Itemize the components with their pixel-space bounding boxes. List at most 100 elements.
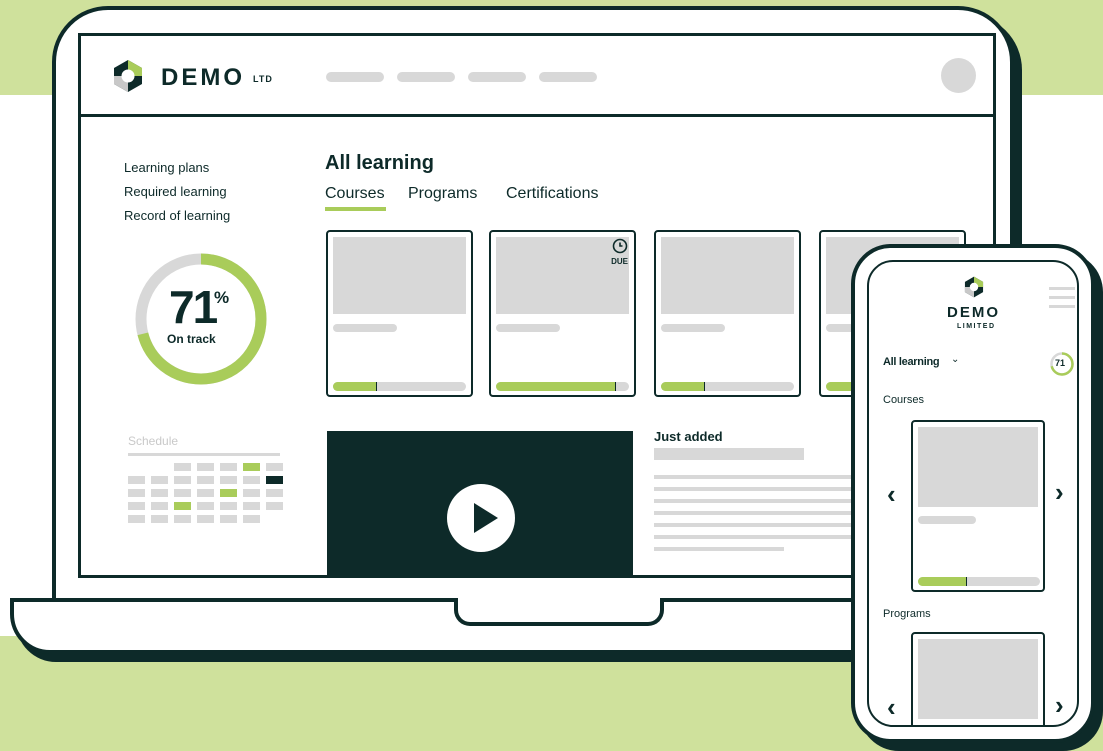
just-added-title: Just added xyxy=(654,429,723,444)
calendar-day[interactable] xyxy=(151,515,168,523)
course-title-placeholder xyxy=(918,516,976,524)
text-line-placeholder xyxy=(654,511,864,515)
calendar-day[interactable] xyxy=(174,489,191,497)
calendar-day[interactable] xyxy=(243,502,260,510)
course-title-placeholder xyxy=(661,324,725,332)
mobile-course-card[interactable] xyxy=(911,420,1045,592)
text-line-placeholder xyxy=(654,523,864,527)
calendar-day[interactable] xyxy=(220,502,237,510)
app-header: DEMO LTD xyxy=(81,36,993,117)
nav-item-placeholder[interactable] xyxy=(397,72,455,82)
calendar-day[interactable] xyxy=(151,489,168,497)
course-thumbnail xyxy=(918,427,1038,507)
progress-label: On track xyxy=(167,332,216,346)
calendar-day[interactable] xyxy=(243,515,260,523)
calendar-day[interactable] xyxy=(197,489,214,497)
course-progress-bar xyxy=(333,382,466,391)
avatar[interactable] xyxy=(941,58,976,93)
nav-item-placeholder[interactable] xyxy=(326,72,384,82)
calendar-day[interactable] xyxy=(174,515,191,523)
text-line-placeholder xyxy=(654,535,864,539)
course-progress-fill xyxy=(918,577,967,586)
tab-certifications[interactable]: Certifications xyxy=(506,185,598,203)
calendar-day[interactable] xyxy=(174,463,191,471)
nav-item-placeholder[interactable] xyxy=(468,72,526,82)
course-card[interactable] xyxy=(654,230,801,397)
schedule-divider xyxy=(128,453,280,456)
calendar-day[interactable] xyxy=(128,515,145,523)
just-added-heading-placeholder xyxy=(654,448,804,460)
calendar-day[interactable] xyxy=(243,489,260,497)
play-button[interactable] xyxy=(447,484,515,552)
calendar-day-highlight[interactable] xyxy=(220,489,237,497)
text-line-placeholder xyxy=(654,499,864,503)
course-progress-fill xyxy=(333,382,377,391)
video-player[interactable] xyxy=(327,431,633,575)
brand-name: DEMO xyxy=(161,64,245,91)
sidebar-link-required-learning[interactable]: Required learning xyxy=(124,184,227,199)
mobile-program-card[interactable] xyxy=(911,632,1045,725)
course-card[interactable] xyxy=(326,230,473,397)
progress-value: 71 xyxy=(169,281,218,333)
calendar-day-highlight[interactable] xyxy=(174,502,191,510)
course-thumbnail xyxy=(661,237,794,314)
clock-icon xyxy=(612,238,628,254)
chevron-left-icon[interactable]: ‹ xyxy=(887,692,896,723)
course-progress-fill xyxy=(661,382,705,391)
calendar-day[interactable] xyxy=(151,476,168,484)
course-progress-bar xyxy=(496,382,629,391)
calendar-day[interactable] xyxy=(266,489,283,497)
calendar-day[interactable] xyxy=(151,502,168,510)
calendar-day[interactable] xyxy=(220,463,237,471)
calendar-day[interactable] xyxy=(266,502,283,510)
calendar-day[interactable] xyxy=(128,476,145,484)
calendar-day[interactable] xyxy=(128,489,145,497)
page-title: All learning xyxy=(325,152,434,174)
brand-name: DEMO xyxy=(947,304,1000,321)
course-thumbnail xyxy=(333,237,466,314)
calendar-day-highlight[interactable] xyxy=(243,463,260,471)
brand-suffix: LTD xyxy=(253,74,273,84)
text-line-placeholder xyxy=(654,547,784,551)
sidebar-link-learning-plans[interactable]: Learning plans xyxy=(124,160,209,175)
calendar-day[interactable] xyxy=(197,515,214,523)
hamburger-menu-icon[interactable] xyxy=(1049,287,1075,309)
chevron-down-icon[interactable]: ⌄ xyxy=(951,354,959,365)
hexagon-logo-icon[interactable] xyxy=(963,276,985,298)
calendar-day[interactable] xyxy=(243,476,260,484)
calendar-day[interactable] xyxy=(220,515,237,523)
calendar-day-today[interactable] xyxy=(266,476,283,484)
calendar-day[interactable] xyxy=(128,502,145,510)
program-thumbnail xyxy=(918,639,1038,719)
calendar-day[interactable] xyxy=(220,476,237,484)
progress-unit: % xyxy=(214,288,230,307)
hexagon-logo-icon[interactable] xyxy=(111,59,145,93)
schedule-title: Schedule xyxy=(128,434,179,448)
tab-programs[interactable]: Programs xyxy=(408,185,477,203)
chevron-right-icon[interactable]: › xyxy=(1055,690,1064,721)
chevron-left-icon[interactable]: ‹ xyxy=(887,479,896,510)
phone-frame: DEMO LIMITED All learning ⌄ 71 Courses ‹… xyxy=(851,244,1095,743)
course-title-placeholder xyxy=(333,324,397,332)
chevron-right-icon[interactable]: › xyxy=(1055,477,1064,508)
active-tab-indicator xyxy=(325,207,386,211)
phone-screen: DEMO LIMITED All learning ⌄ 71 Courses ‹… xyxy=(867,260,1079,727)
play-icon xyxy=(474,503,498,533)
nav-item-placeholder[interactable] xyxy=(539,72,597,82)
text-line-placeholder xyxy=(654,475,864,479)
section-title-programs: Programs xyxy=(883,608,931,620)
schedule-calendar xyxy=(128,463,288,533)
course-card[interactable]: DUE xyxy=(489,230,636,397)
course-progress-fill xyxy=(496,382,616,391)
calendar-day[interactable] xyxy=(266,463,283,471)
brand-suffix: LIMITED xyxy=(957,323,996,330)
calendar-day[interactable] xyxy=(174,476,191,484)
course-progress-bar xyxy=(661,382,794,391)
filter-dropdown[interactable]: All learning xyxy=(883,356,940,368)
calendar-day[interactable] xyxy=(197,502,214,510)
due-badge: DUE xyxy=(611,257,628,266)
sidebar-link-record-of-learning[interactable]: Record of learning xyxy=(124,208,230,223)
tab-courses[interactable]: Courses xyxy=(325,185,385,203)
calendar-day[interactable] xyxy=(197,476,214,484)
calendar-day[interactable] xyxy=(197,463,214,471)
